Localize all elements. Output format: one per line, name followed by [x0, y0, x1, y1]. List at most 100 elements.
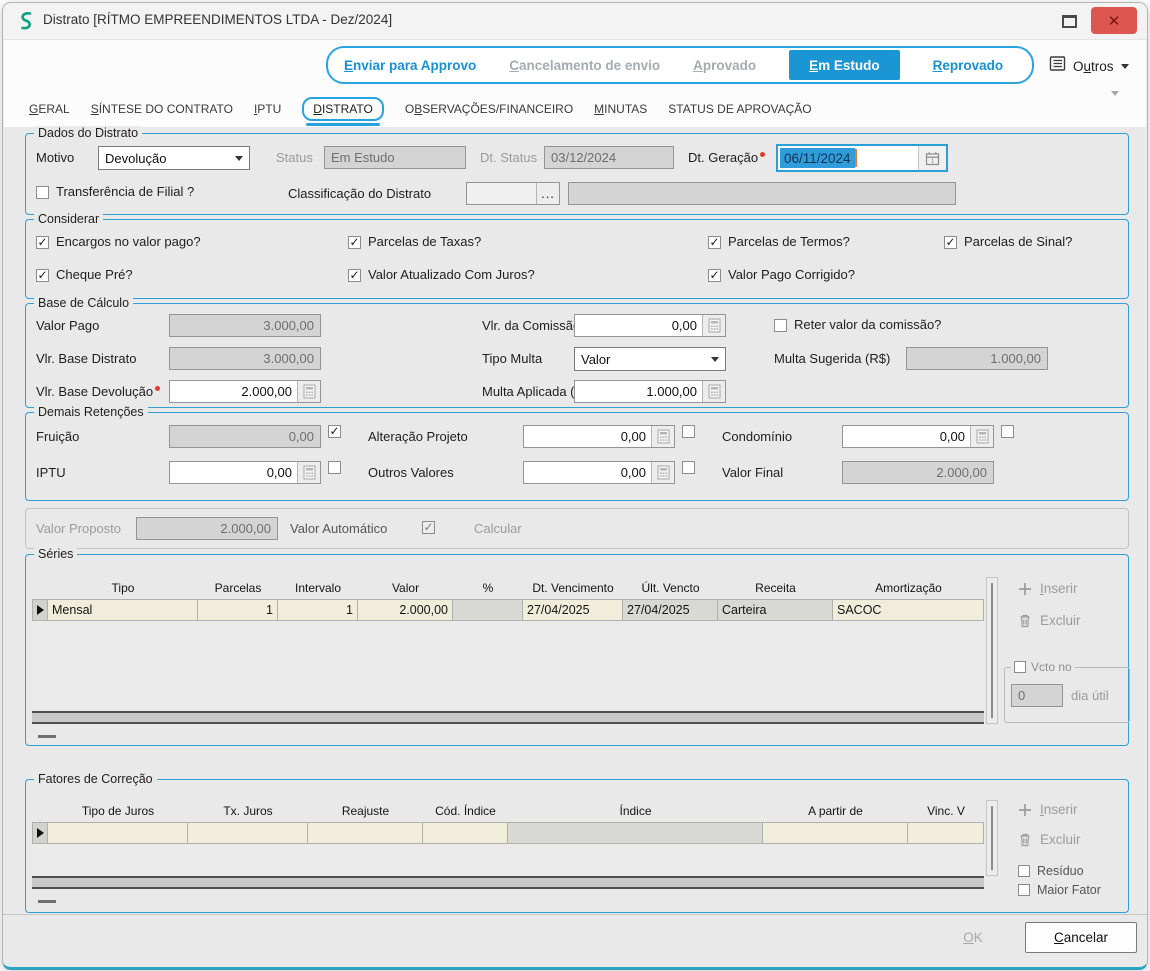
series-vertical-scrollbar[interactable] — [986, 577, 998, 724]
valor-automatico-label: Valor Automático — [290, 517, 387, 540]
outros-valores-label: Outros Valores — [368, 461, 454, 484]
fruicao-label: Fruição — [36, 425, 79, 448]
series-col-receita: Receita — [718, 577, 833, 599]
calendar-button[interactable]: 1 — [918, 146, 946, 170]
alteracao-projeto-checkbox[interactable] — [682, 425, 695, 438]
vcto-no-groupbox: Vcto no 0 dia útil — [1004, 667, 1130, 723]
fatores-resize-grip[interactable] — [38, 900, 56, 903]
vcto-no-checkbox[interactable] — [1014, 661, 1026, 673]
parcelas-sinal-checkbox[interactable] — [944, 236, 957, 249]
trash-icon — [1018, 832, 1032, 847]
calculator-button[interactable] — [651, 462, 674, 483]
outros-valores-checkbox[interactable] — [682, 461, 695, 474]
section-legend: Considerar — [34, 212, 103, 227]
fatores-horizontal-scrollbar[interactable] — [32, 876, 984, 889]
tab-status-de-aprovacao[interactable]: STATUS DE APROVAÇÃO — [668, 99, 811, 119]
title-bar: Distrato [RÍTMO EMPREENDIMENTOS LTDA - D… — [3, 3, 1147, 40]
vlr-base-distrato-label: Vlr. Base Distrato — [36, 347, 136, 370]
iptu-label: IPTU — [36, 461, 66, 484]
residuo-checkbox[interactable] — [1018, 865, 1030, 877]
alteracao-projeto-label: Alteração Projeto — [368, 425, 468, 448]
series-table-row[interactable]: Mensal 1 1 2.000,00 27/04/2025 27/04/202… — [32, 599, 984, 621]
fatores-col-a-partir-de: A partir de — [763, 800, 908, 822]
app-logo-icon — [17, 11, 35, 36]
maximize-button[interactable] — [1053, 10, 1085, 32]
transferencia-filial-checkbox[interactable] — [36, 186, 49, 199]
fatores-grid-empty-area — [32, 844, 984, 876]
iptu-field[interactable]: 0,00 — [169, 461, 321, 484]
chevron-down-icon — [711, 357, 719, 362]
calculator-button[interactable] — [970, 426, 993, 447]
series-col-tipo: Tipo — [48, 577, 198, 599]
tab-bar: GERAL SÍNTESE DO CONTRATO IPTU DISTRATO … — [29, 97, 812, 121]
window-title: Distrato [RÍTMO EMPREENDIMENTOS LTDA - D… — [43, 12, 392, 27]
enviar-para-approvo-button[interactable]: Enviar para Approvo — [344, 58, 476, 73]
fruicao-checkbox[interactable] — [328, 425, 341, 438]
series-grid-empty-area — [32, 621, 984, 711]
vlr-base-distrato-field: 3.000,00 — [169, 347, 321, 370]
cheque-pre-checkbox[interactable] — [36, 269, 49, 282]
fatores-inserir-button: Inserir — [1018, 802, 1078, 817]
em-estudo-button[interactable]: Em Estudo — [789, 50, 900, 80]
cancelar-button[interactable]: Cancelar — [1025, 922, 1137, 953]
calculator-button[interactable] — [297, 381, 320, 402]
tab-distrato[interactable]: DISTRATO — [302, 97, 384, 121]
series-horizontal-scrollbar[interactable] — [32, 711, 984, 724]
section-legend: Séries — [34, 547, 77, 562]
maior-fator-checkbox[interactable] — [1018, 884, 1030, 896]
calculator-button[interactable] — [297, 462, 320, 483]
condominio-checkbox[interactable] — [1001, 425, 1014, 438]
lookup-ellipsis-button[interactable]: ... — [536, 183, 559, 204]
reprovado-button[interactable]: Reprovado — [933, 58, 1004, 73]
fatores-col-tipo-de-juros: Tipo de Juros — [48, 800, 188, 822]
valor-pago-field: 3.000,00 — [169, 314, 321, 337]
tipo-multa-select[interactable]: Valor — [574, 347, 726, 371]
vlr-comissao-field[interactable]: 0,00 — [574, 314, 726, 337]
multa-aplicada-field[interactable]: 1.000,00 — [574, 380, 726, 403]
list-icon — [1049, 55, 1066, 77]
dt-geracao-field[interactable]: 06/11/2024 1 — [776, 144, 948, 172]
calculator-button[interactable] — [702, 315, 725, 336]
condominio-label: Condomínio — [722, 425, 792, 448]
plus-icon — [1018, 803, 1032, 817]
calculator-button[interactable] — [651, 426, 674, 447]
tipo-multa-label: Tipo Multa — [482, 347, 542, 370]
status-field: Em Estudo — [324, 146, 466, 169]
tab-geral[interactable]: GERAL — [29, 99, 70, 119]
reter-comissao-checkbox[interactable] — [774, 319, 787, 332]
parcelas-taxas-checkbox[interactable] — [348, 236, 361, 249]
section-legend: Base de Cálculo — [34, 296, 133, 311]
parcelas-termos-checkbox[interactable] — [708, 236, 721, 249]
tab-sintese-do-contrato[interactable]: SÍNTESE DO CONTRATO — [91, 99, 233, 119]
calculator-button[interactable] — [702, 381, 725, 402]
tab-minutas[interactable]: MINUTAS — [594, 99, 647, 119]
motivo-select[interactable]: Devolução — [98, 146, 250, 170]
motivo-label: Motivo — [36, 146, 74, 169]
iptu-checkbox[interactable] — [328, 461, 341, 474]
vcto-dia-field[interactable]: 0 — [1011, 684, 1063, 707]
maior-fator-label: Maior Fator — [1037, 883, 1101, 897]
close-button[interactable]: ✕ — [1091, 7, 1137, 34]
toolbar-overflow-chevron-icon[interactable] — [1111, 91, 1119, 96]
vlr-base-devolucao-field[interactable]: 2.000,00 — [169, 380, 321, 403]
section-valor-proposto: Valor Proposto 2.000,00 Valor Automático… — [25, 508, 1129, 549]
fatores-excluir-button: Excluir — [1018, 832, 1081, 847]
outros-dropdown-button[interactable]: Outros — [1049, 51, 1129, 81]
outros-valores-field[interactable]: 0,00 — [523, 461, 675, 484]
fatores-table-row[interactable] — [32, 822, 984, 844]
classificacao-lookup-field[interactable]: ... — [466, 182, 560, 205]
valor-pago-corrigido-checkbox[interactable] — [708, 269, 721, 282]
valor-final-field: 2.000,00 — [842, 461, 994, 484]
tab-observacoes-financeiro[interactable]: OBSERVAÇÕES/FINANCEIRO — [405, 99, 573, 119]
valor-atualizado-checkbox[interactable] — [348, 269, 361, 282]
fatores-vertical-scrollbar[interactable] — [986, 800, 998, 876]
section-series: Séries Tipo Parcelas Intervalo Valor % D… — [25, 554, 1129, 746]
series-resize-grip[interactable] — [38, 735, 56, 738]
tab-iptu[interactable]: IPTU — [254, 99, 281, 119]
parcelas-termos-label: Parcelas de Termos? — [728, 235, 850, 249]
dt-geracao-label: Dt. Geração — [688, 146, 765, 169]
condominio-field[interactable]: 0,00 — [842, 425, 994, 448]
encargos-checkbox[interactable] — [36, 236, 49, 249]
alteracao-projeto-field[interactable]: 0,00 — [523, 425, 675, 448]
series-excluir-button: Excluir — [1018, 613, 1081, 628]
